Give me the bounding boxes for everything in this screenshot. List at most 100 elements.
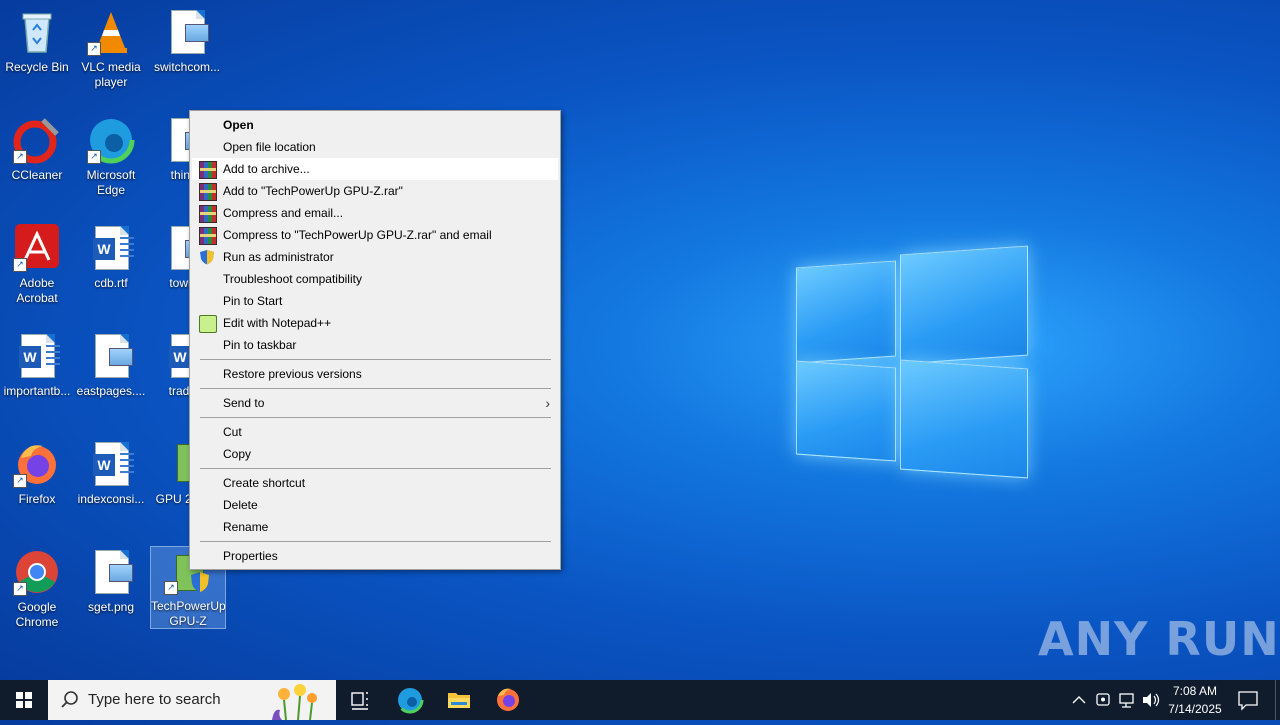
desktop-icon-firefox[interactable]: ↗ Firefox [0,440,74,507]
menu-item-label: Compress and email... [223,206,344,220]
shortcut-arrow-icon: ↗ [13,474,27,488]
edge-icon [396,686,424,714]
notepadpp-icon [199,315,217,333]
word-document-icon: W [87,440,135,488]
menu-item-open[interactable]: Open [192,114,558,136]
menu-item-label: Edit with Notepad++ [223,316,332,330]
chrome-icon: ↗ [13,548,61,596]
desktop-icon-label: importantb... [3,384,71,398]
menu-item-run-as-administrator[interactable]: Run as administrator [192,246,558,268]
taskbar-firefox-button[interactable] [484,680,532,720]
menu-item-delete[interactable]: Delete [192,494,558,516]
desktop-icon-label: Recycle Bin [5,60,69,74]
menu-item-label: Open file location [223,140,316,154]
menu-separator [200,388,551,389]
anyrun-watermark: ANY RUN [1038,612,1280,666]
menu-separator [200,359,551,360]
menu-item-restore-previous-versions[interactable]: Restore previous versions [192,363,558,385]
menu-item-label: Troubleshoot compatibility [223,272,362,286]
menu-item-properties[interactable]: Properties [192,545,558,567]
desktop-icon-edge[interactable]: ↗ Microsoft Edge [74,116,148,198]
menu-item-label: Rename [223,520,269,534]
menu-item-copy[interactable]: Copy [192,443,558,465]
shortcut-arrow-icon: ↗ [164,581,178,595]
action-center-button[interactable] [1224,680,1272,720]
menu-item-label: Run as administrator [223,250,334,264]
taskbar-search-box[interactable]: Type here to search [48,680,336,720]
menu-item-label: Create shortcut [223,476,306,490]
menu-item-label: Pin to Start [223,294,283,308]
firefox-icon: ↗ [13,440,61,488]
menu-item-pin-to-start[interactable]: Pin to Start [192,290,558,312]
tray-network-button[interactable] [1116,680,1138,720]
show-hidden-icons-button[interactable] [1068,680,1090,720]
ccleaner-icon: ↗ [13,116,61,164]
tray-device-button[interactable] [1092,680,1114,720]
menu-item-edit-with-notepadpp[interactable]: Edit with Notepad++ [192,312,558,334]
uac-shield-icon [191,572,209,592]
desktop-icon-label: Adobe Acrobat [16,276,58,305]
shortcut-arrow-icon: ↗ [13,258,27,272]
desktop-icon-label: TechPowerUp GPU-Z [151,599,226,628]
menu-item-open-file-location[interactable]: Open file location [192,136,558,158]
desktop-icon-vlc[interactable]: ↗ VLC media player [74,8,148,90]
desktop-icon-label: cdb.rtf [94,276,128,290]
desktop-icon-label: switchcom... [153,60,220,74]
shortcut-arrow-icon: ↗ [13,150,27,164]
menu-item-label: Restore previous versions [223,367,362,381]
desktop-icon-recycle-bin[interactable]: Recycle Bin [0,8,74,75]
menu-item-label: Open [223,118,254,132]
desktop-icon-sget-png[interactable]: sget.png [74,548,148,615]
task-view-button[interactable] [336,680,384,720]
menu-item-send-to[interactable]: Send to › [192,392,558,414]
menu-separator [200,541,551,542]
windows-wallpaper-logo [790,242,1030,480]
clock-date[interactable]: 7/14/2025 [1160,701,1230,717]
menu-item-cut[interactable]: Cut [192,421,558,443]
start-button[interactable] [0,680,48,720]
menu-item-create-shortcut[interactable]: Create shortcut [192,472,558,494]
notification-icon [1238,691,1258,711]
desktop-icon-label: CCleaner [11,168,63,182]
windows-start-icon [16,692,32,708]
image-file-icon [87,548,135,596]
desktop-icon-label: Firefox [18,492,56,506]
clock-time[interactable]: 7:08 AM [1160,683,1230,699]
taskbar: Type here to search 7:08 AM 7/14/2025 [0,680,1280,720]
search-placeholder: Type here to search [88,691,221,708]
winrar-icon [199,161,217,179]
search-icon [61,691,78,708]
menu-item-label: Delete [223,498,258,512]
firefox-icon [497,688,519,711]
menu-item-label: Add to archive... [223,162,310,176]
desktop-icon-switchcom[interactable]: switchcom... [150,8,224,75]
desktop-icon-label: Microsoft Edge [86,168,136,197]
edge-icon: ↗ [87,116,135,164]
menu-item-pin-to-taskbar[interactable]: Pin to taskbar [192,334,558,356]
device-icon [1096,693,1110,706]
desktop-icon-chrome[interactable]: ↗ Google Chrome [0,548,74,630]
shortcut-arrow-icon: ↗ [87,150,101,164]
desktop-icon-eastpages[interactable]: eastpages.... [74,332,148,399]
desktop-icon-cdb-rtf[interactable]: W cdb.rtf [74,224,148,291]
desktop-icon-importantb[interactable]: W importantb... [0,332,74,399]
desktop-icon-acrobat[interactable]: ↗ Adobe Acrobat [0,224,74,306]
desktop-icon-ccleaner[interactable]: ↗ CCleaner [0,116,74,183]
uac-shield-icon [199,249,215,265]
menu-item-troubleshoot-compatibility[interactable]: Troubleshoot compatibility [192,268,558,290]
menu-item-add-to-rar[interactable]: Add to "TechPowerUp GPU-Z.rar" [192,180,558,202]
taskbar-file-explorer-button[interactable] [435,680,483,720]
image-file-icon [87,332,135,380]
winrar-icon [199,205,217,223]
taskbar-edge-button[interactable] [386,680,434,720]
menu-item-compress-to-rar-and-email[interactable]: Compress to "TechPowerUp GPU-Z.rar" and … [192,224,558,246]
menu-item-rename[interactable]: Rename [192,516,558,538]
menu-item-add-to-archive[interactable]: Add to archive... [192,158,558,180]
menu-item-label: Copy [223,447,252,461]
desktop-icon-indexconsi[interactable]: W indexconsi... [74,440,148,507]
task-view-icon [351,692,368,710]
menu-item-compress-and-email[interactable]: Compress and email... [192,202,558,224]
show-desktop-button[interactable] [1275,680,1280,720]
menu-item-label: Add to "TechPowerUp GPU-Z.rar" [223,184,403,198]
tray-volume-button[interactable] [1140,680,1162,720]
